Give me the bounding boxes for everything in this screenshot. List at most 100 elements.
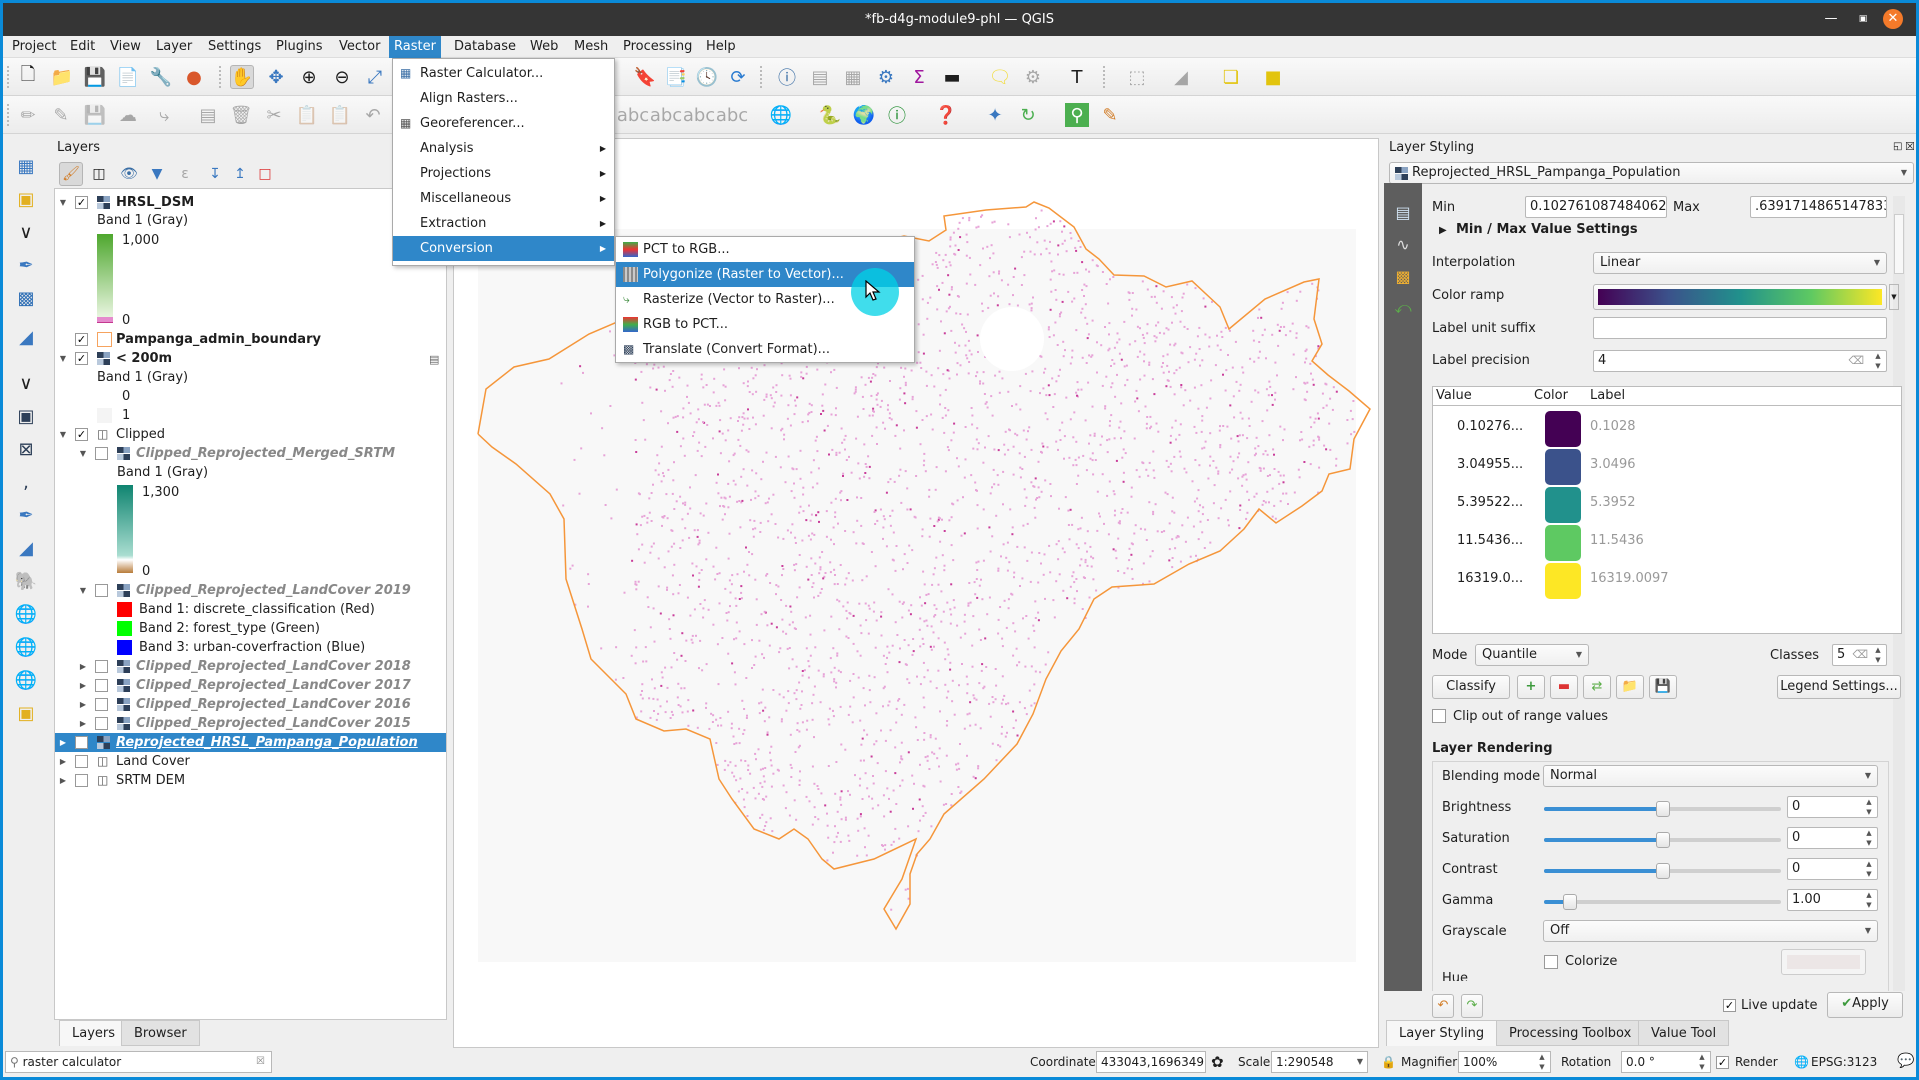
undo-style-button[interactable]: ↶ <box>1432 994 1454 1018</box>
remove-layer-icon[interactable]: □ <box>253 162 277 186</box>
close-button[interactable]: ✕ <box>1883 9 1903 29</box>
crs-label[interactable]: EPSG:3123 <box>1811 1055 1877 1069</box>
copy-features-icon[interactable]: 📋 <box>295 103 319 127</box>
class-row[interactable]: 0.10276... 0.1028 <box>1433 409 1901 447</box>
brightness-slider[interactable] <box>1544 801 1781 817</box>
menu-raster[interactable]: Raster <box>389 36 441 58</box>
class-color-swatch[interactable] <box>1545 411 1581 447</box>
blending-mode-select[interactable]: Normal ▼ <box>1543 765 1878 787</box>
menu-layer[interactable]: Layer <box>151 36 197 58</box>
class-row[interactable]: 16319.0... 16319.0097 <box>1433 561 1901 599</box>
map-canvas[interactable] <box>453 138 1379 1048</box>
scale-select[interactable]: 1:290548 ▼ <box>1271 1051 1368 1073</box>
new-memory-layer-icon[interactable]: ▩ <box>13 285 39 311</box>
transparency-tab-icon[interactable]: ▤ <box>1390 199 1416 225</box>
class-color-swatch[interactable] <box>1545 525 1581 561</box>
map-swipe-icon[interactable]: ✎ <box>1098 103 1122 127</box>
add-wms-layer-icon[interactable]: 🌐 <box>13 601 39 627</box>
layer-visibility-checkbox[interactable] <box>75 736 88 749</box>
clear-search-icon[interactable]: ☒ <box>256 1052 265 1072</box>
layer-visibility-checkbox[interactable]: ✓ <box>75 352 88 365</box>
minmax-settings-header[interactable]: Min / Max Value Settings <box>1456 222 1638 237</box>
toggle-extents-icon[interactable]: ✿ <box>1211 1053 1224 1071</box>
color-ramp-dropdown-icon[interactable]: ▼ <box>1889 284 1899 310</box>
expand-all-icon[interactable]: ↧ <box>203 162 227 186</box>
add-vector-layer-icon[interactable]: ∨ <box>13 370 39 396</box>
menu-item-raster-calculator[interactable]: ▦ Raster Calculator... <box>393 61 614 86</box>
globe-icon[interactable]: 🌍 <box>852 103 876 127</box>
topology-checker-icon[interactable]: ✦ <box>983 103 1007 127</box>
lock-scale-icon[interactable]: 🔒 <box>1381 1055 1396 1069</box>
close-panel-icon[interactable]: ☒ <box>1905 140 1915 153</box>
menu-view[interactable]: View <box>105 36 146 58</box>
gamma-input[interactable]: 1.00 ▲ ▼ <box>1787 889 1878 911</box>
layer-visibility-checkbox[interactable] <box>95 717 108 730</box>
vertex-tool-icon[interactable]: ⤷ <box>152 103 176 127</box>
live-update-checkbox[interactable]: ✓ <box>1723 999 1736 1012</box>
filter-legend-icon[interactable]: ▼ <box>145 162 169 186</box>
menu-item-analysis[interactable]: Analysis ▶ <box>393 136 614 161</box>
menu-item-miscellaneous[interactable]: Miscellaneous ▶ <box>393 186 614 211</box>
layer-visibility-checkbox[interactable] <box>95 679 108 692</box>
menu-plugins[interactable]: Plugins <box>271 36 328 58</box>
spin-icon[interactable]: ▲ ▼ <box>1862 828 1876 848</box>
menu-item-pct-to-rgb[interactable]: PCT to RGB... <box>616 237 914 262</box>
menu-edit[interactable]: Edit <box>65 36 100 58</box>
toolbar-grip[interactable] <box>760 66 763 88</box>
messages-icon[interactable]: 💬 <box>1897 1053 1914 1069</box>
classes-input[interactable]: 5 ⌫ ▲ ▼ <box>1832 644 1887 666</box>
spin-icon[interactable]: ▲ ▼ <box>1862 890 1876 910</box>
tab-value-tool[interactable]: Value Tool <box>1638 1020 1730 1046</box>
new-spatialite-icon[interactable]: ✒ <box>13 252 39 278</box>
rotation-input[interactable]: 0.0 ° ▲ ▼ <box>1621 1051 1711 1073</box>
manage-visibility-icon[interactable]: 👁 <box>117 162 141 186</box>
new-shapefile-icon[interactable]: ∨ <box>13 219 39 245</box>
colorize-color-button[interactable] <box>1781 949 1866 975</box>
spin-icon[interactable]: ▲ ▼ <box>1862 859 1876 879</box>
reverse-colors-button[interactable]: ⇄ <box>1583 675 1611 699</box>
clear-icon[interactable]: ⌫ <box>1852 645 1868 665</box>
class-row[interactable]: 3.04955... 3.0496 <box>1433 447 1901 485</box>
menu-item-projections[interactable]: Projections ▶ <box>393 161 614 186</box>
new-print-layout-icon[interactable]: 📄 <box>116 65 140 89</box>
layer-item-admin-boundary[interactable]: ✓ Pampanga_admin_boundary <box>55 330 446 349</box>
tab-layer-styling[interactable]: Layer Styling <box>1386 1020 1498 1046</box>
min-input[interactable]: 0.102761087484062 <box>1525 196 1667 218</box>
class-table[interactable]: Value Color Label 0.10276... 0.1028 3.049… <box>1432 386 1902 634</box>
actions-icon[interactable]: ⚙ <box>1021 65 1045 89</box>
grayscale-select[interactable]: Off ▼ <box>1543 920 1878 942</box>
zoom-out-icon[interactable]: ⊖ <box>330 65 354 89</box>
label-unit-suffix-input[interactable] <box>1593 317 1887 339</box>
refresh-icon[interactable]: ⟳ <box>726 65 750 89</box>
menu-help[interactable]: Help <box>701 36 741 58</box>
spin-icon[interactable]: ▲ ▼ <box>1862 797 1876 817</box>
layer-visibility-checkbox[interactable] <box>95 447 108 460</box>
sync-icon[interactable]: ↻ <box>1016 103 1040 127</box>
cut-features-icon[interactable]: ✂ <box>262 103 286 127</box>
new-virtual-layer-icon[interactable]: ◢ <box>13 324 39 350</box>
toggle-editing-icon[interactable]: ✎ <box>49 103 73 127</box>
layer-visibility-checkbox[interactable] <box>75 774 88 787</box>
spin-icon[interactable]: ▲ ▼ <box>1535 1052 1549 1072</box>
zoom-in-icon[interactable]: ⊕ <box>297 65 321 89</box>
crs-globe-icon[interactable]: 🌐 <box>1794 1055 1809 1069</box>
current-edits-icon[interactable]: ✏ <box>16 103 40 127</box>
field-calculator-icon[interactable]: ▦ <box>841 65 865 89</box>
apply-button[interactable]: ✔Apply <box>1827 992 1903 1018</box>
column-header-label[interactable]: Label <box>1590 387 1625 405</box>
slider-handle[interactable] <box>1655 832 1670 848</box>
slider-handle[interactable] <box>1655 863 1670 879</box>
clip-out-of-range-checkbox[interactable] <box>1432 709 1446 723</box>
add-delimited-text-icon[interactable]: , <box>13 469 39 495</box>
interpolation-select[interactable]: Linear ▼ <box>1593 252 1887 274</box>
contrast-input[interactable]: 0 ▲ ▼ <box>1787 858 1878 880</box>
saturation-slider[interactable] <box>1544 832 1781 848</box>
colorize-checkbox[interactable] <box>1544 955 1558 969</box>
layer-visibility-checkbox[interactable]: ✓ <box>75 196 88 209</box>
pan-map-icon[interactable]: ✋ <box>230 65 254 89</box>
layer-item-landcover-2018[interactable]: ▶ Clipped_Reprojected_LandCover 2018 <box>55 657 446 676</box>
mode-select[interactable]: Quantile ▼ <box>1475 644 1589 666</box>
add-spatialite-layer-icon[interactable]: ✒ <box>13 502 39 528</box>
layout-manager-icon[interactable]: 🔧 <box>149 65 173 89</box>
add-mesh-layer-icon[interactable]: ⊠ <box>13 436 39 462</box>
